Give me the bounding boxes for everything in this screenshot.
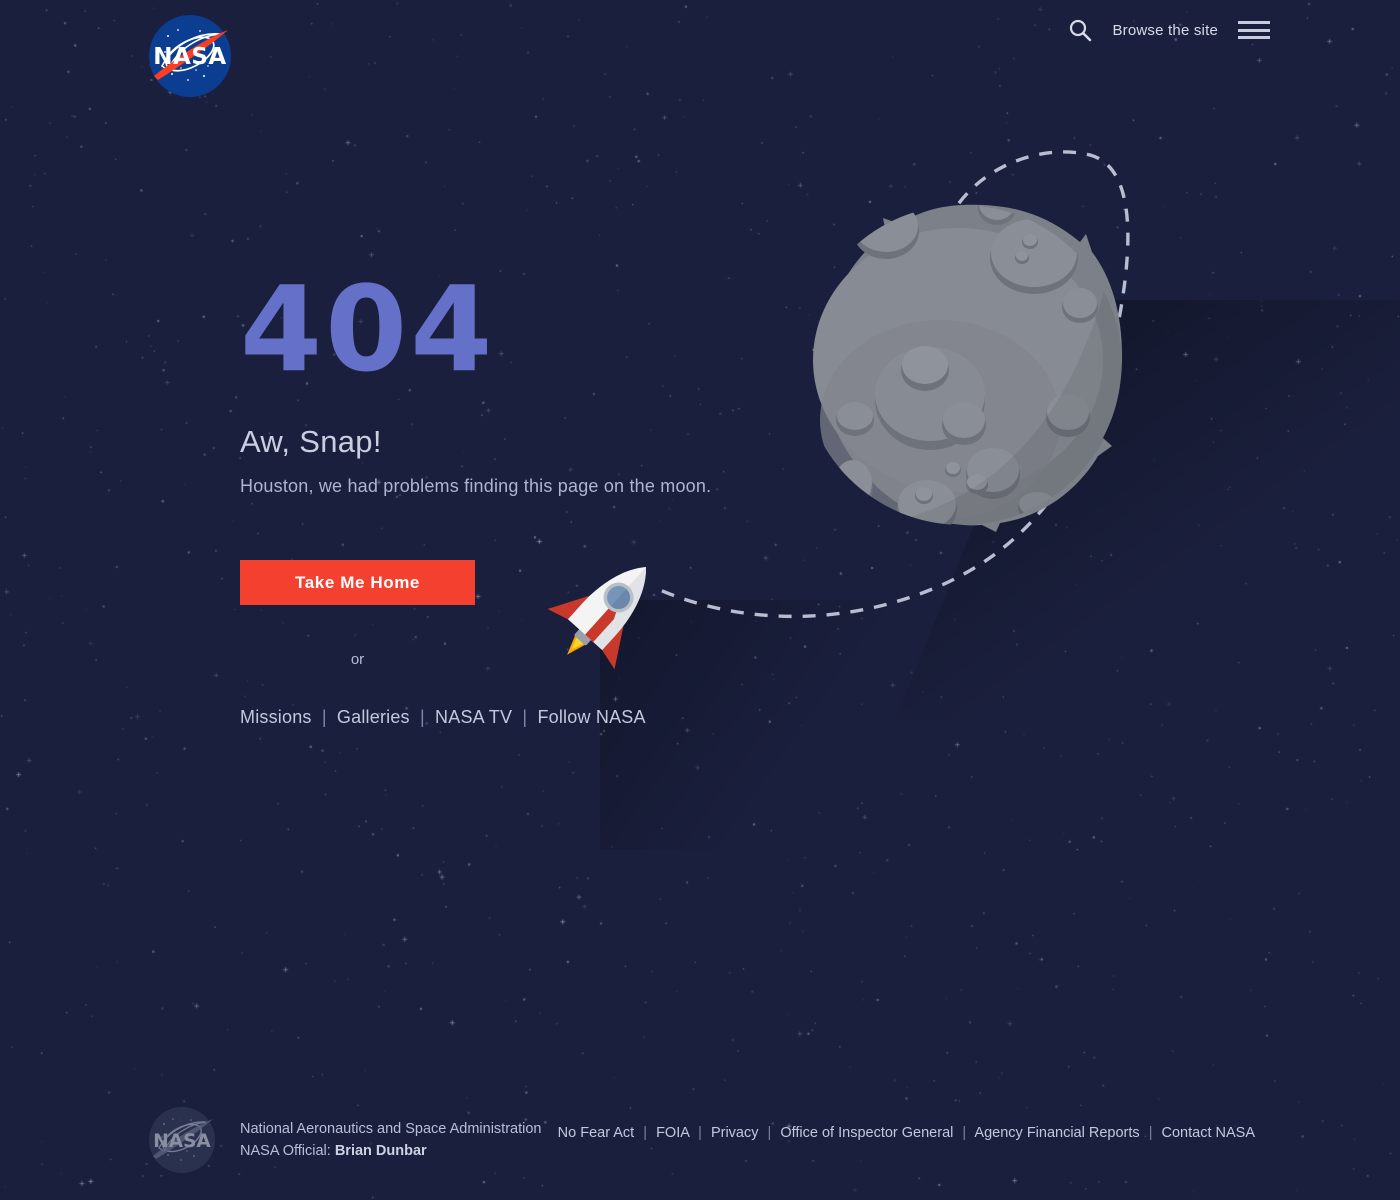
quick-link-follow-nasa[interactable]: Follow NASA: [537, 707, 645, 727]
footer-links: No Fear Act | FOIA | Privacy | Office of…: [558, 1125, 1255, 1141]
agency-name: National Aeronautics and Space Administr…: [240, 1121, 542, 1137]
footer-link-no-fear-act[interactable]: No Fear Act: [558, 1125, 635, 1141]
quick-link-galleries[interactable]: Galleries: [337, 707, 410, 727]
header-actions: Browse the site: [1068, 18, 1270, 42]
link-separator: |: [419, 707, 425, 727]
browse-the-site-link[interactable]: Browse the site: [1112, 22, 1218, 39]
link-separator: |: [321, 707, 327, 727]
footer-nasa-logo[interactable]: NASA: [148, 1106, 216, 1174]
hamburger-menu-icon[interactable]: [1238, 21, 1270, 39]
footer-link-office-of-inspector-general[interactable]: Office of Inspector General: [780, 1125, 953, 1141]
nasa-official-name: Brian Dunbar: [334, 1143, 427, 1160]
footer-link-privacy[interactable]: Privacy: [711, 1125, 759, 1141]
site-header: NASA Browse the site: [0, 0, 1400, 110]
nasa-logo[interactable]: NASA: [148, 14, 232, 98]
error-headline: Aw, Snap!: [240, 424, 382, 459]
quick-links: Missions | Galleries | NASA TV | Follow …: [240, 707, 880, 728]
search-icon[interactable]: [1068, 18, 1092, 42]
quick-link-nasa-tv[interactable]: NASA TV: [435, 707, 512, 727]
footer-link-agency-financial-reports[interactable]: Agency Financial Reports: [974, 1125, 1139, 1141]
or-divider-label: or: [350, 651, 365, 668]
nasa-official-line: NASA Official: Brian Dunbar: [240, 1140, 541, 1162]
error-code: 404: [240, 260, 496, 398]
footer-link-separator: |: [962, 1125, 967, 1141]
site-footer: NASA National Aeronautics and Space Admi…: [0, 1090, 1400, 1200]
footer-link-contact-nasa[interactable]: Contact NASA: [1162, 1125, 1256, 1141]
footer-link-separator: |: [1148, 1125, 1153, 1141]
error-subtext: Houston, we had problems finding this pa…: [240, 476, 712, 496]
footer-agency-info: National Aeronautics and Space Administr…: [240, 1118, 541, 1163]
footer-link-foia[interactable]: FOIA: [656, 1125, 689, 1141]
quick-link-missions[interactable]: Missions: [240, 707, 312, 727]
link-separator: |: [522, 707, 528, 727]
footer-link-separator: |: [767, 1125, 772, 1141]
footer-link-separator: |: [643, 1125, 648, 1141]
take-me-home-button[interactable]: Take Me Home: [240, 560, 475, 605]
nasa-official-label: NASA Official:: [240, 1143, 331, 1160]
footer-link-separator: |: [698, 1125, 702, 1141]
error-content: 404 Aw, Snap! Houston, we had problems f…: [240, 270, 880, 728]
svg-text:NASA: NASA: [153, 44, 226, 70]
svg-text:NASA: NASA: [153, 1131, 211, 1152]
